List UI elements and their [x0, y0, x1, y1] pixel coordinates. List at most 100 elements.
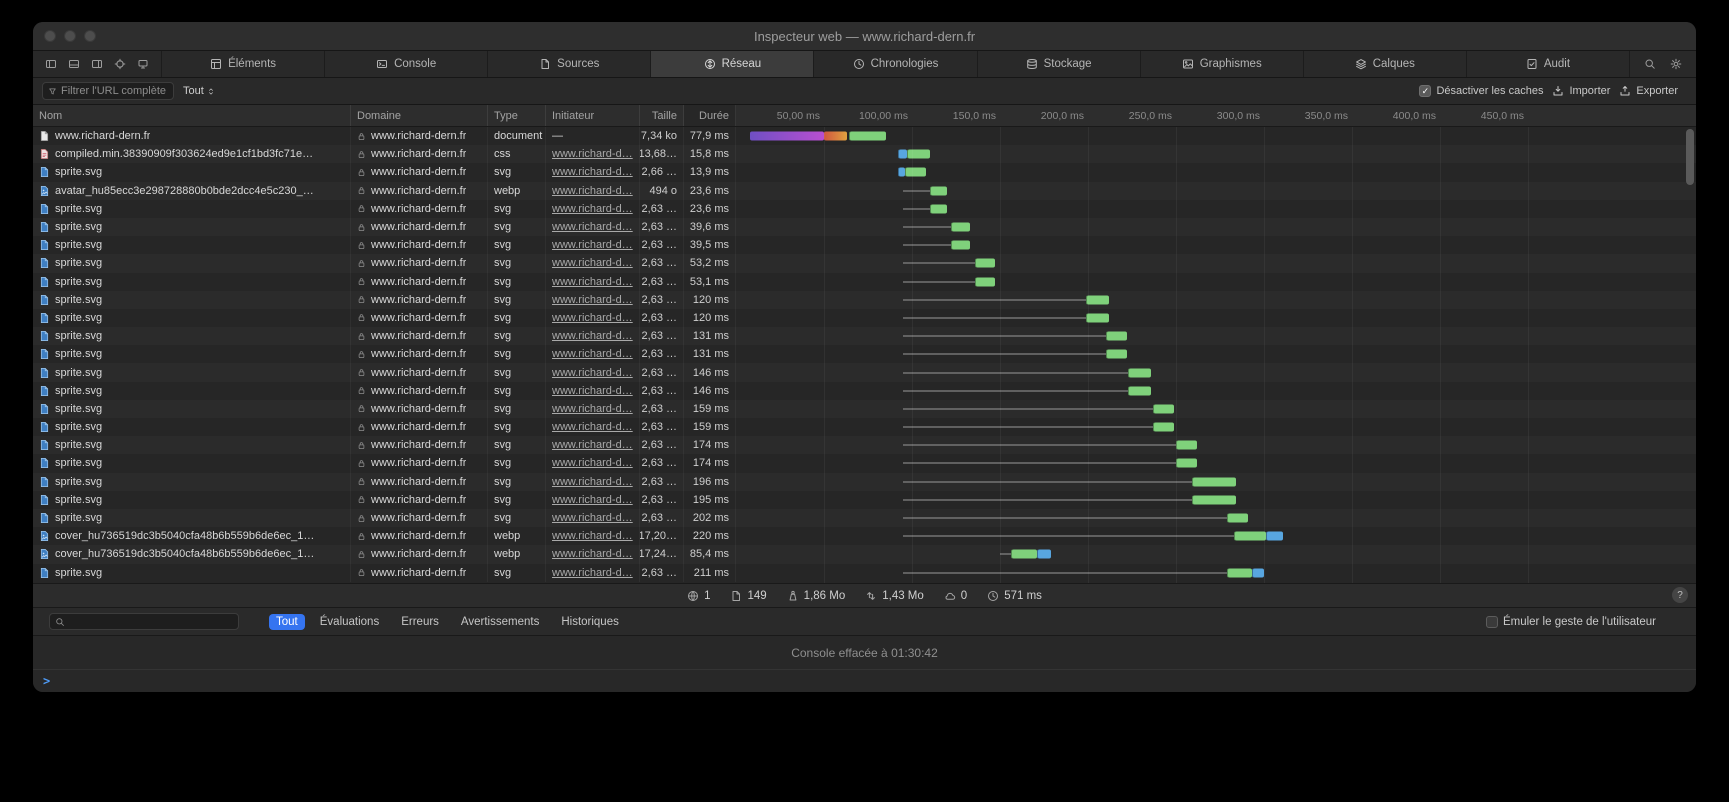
- initiator-link[interactable]: www.richard-d…: [552, 385, 633, 397]
- table-row[interactable]: sprite.svgwww.richard-dern.frsvgwww.rich…: [33, 163, 1696, 181]
- table-row[interactable]: sprite.svgwww.richard-dern.frsvgwww.rich…: [33, 327, 1696, 345]
- table-row[interactable]: www.richard-dern.frwww.richard-dern.frdo…: [33, 127, 1696, 145]
- initiator-link[interactable]: www.richard-d…: [552, 494, 633, 506]
- column-header-domain[interactable]: Domaine: [351, 105, 488, 126]
- tab-elements[interactable]: Éléments: [161, 51, 324, 77]
- settings-button[interactable]: [1670, 58, 1682, 70]
- request-domain: www.richard-dern.fr: [371, 512, 466, 524]
- table-row[interactable]: sprite.svgwww.richard-dern.frsvgwww.rich…: [33, 273, 1696, 291]
- table-row[interactable]: cover_hu736519dc3b5040cfa48b6b559b6de6ec…: [33, 545, 1696, 563]
- table-row[interactable]: sprite.svgwww.richard-dern.frsvgwww.rich…: [33, 363, 1696, 381]
- tab-graphics[interactable]: Graphismes: [1140, 51, 1303, 77]
- table-row[interactable]: sprite.svgwww.richard-dern.frsvgwww.rich…: [33, 473, 1696, 491]
- initiator-link[interactable]: www.richard-d…: [552, 403, 633, 415]
- initiator-link[interactable]: www.richard-d…: [552, 312, 633, 324]
- close-button[interactable]: [44, 30, 56, 42]
- table-row[interactable]: sprite.svgwww.richard-dern.frsvgwww.rich…: [33, 200, 1696, 218]
- table-row[interactable]: sprite.svgwww.richard-dern.frsvgwww.rich…: [33, 436, 1696, 454]
- emulate-user-gesture-checkbox[interactable]: Émuler le geste de l'utilisateur: [1486, 616, 1656, 628]
- table-row[interactable]: sprite.svgwww.richard-dern.frsvgwww.rich…: [33, 254, 1696, 272]
- initiator-link[interactable]: www.richard-d…: [552, 530, 633, 542]
- tab-audit[interactable]: Audit: [1466, 51, 1629, 77]
- table-row[interactable]: sprite.svgwww.richard-dern.frsvgwww.rich…: [33, 218, 1696, 236]
- minimize-button[interactable]: [64, 30, 76, 42]
- inspect-crosshair-button[interactable]: [114, 58, 126, 70]
- sidebar-left-button[interactable]: [45, 58, 57, 70]
- table-row[interactable]: sprite.svgwww.richard-dern.frsvgwww.rich…: [33, 291, 1696, 309]
- disable-caches-checkbox[interactable]: ✓ Désactiver les caches: [1419, 85, 1543, 97]
- initiator-link[interactable]: www.richard-d…: [552, 457, 633, 469]
- table-row[interactable]: avatar_hu85ecc3e298728880b0bde2dcc4e5c23…: [33, 182, 1696, 200]
- device-button[interactable]: [137, 58, 149, 70]
- initiator-link[interactable]: www.richard-d…: [552, 257, 633, 269]
- column-header-size[interactable]: Taille: [640, 105, 684, 126]
- initiator-link[interactable]: www.richard-d…: [552, 421, 633, 433]
- initiator-none: —: [552, 130, 563, 142]
- table-row[interactable]: sprite.svgwww.richard-dern.frsvgwww.rich…: [33, 418, 1696, 436]
- search-button[interactable]: [1644, 58, 1656, 70]
- initiator-link[interactable]: www.richard-d…: [552, 367, 633, 379]
- zoom-button[interactable]: [84, 30, 96, 42]
- request-name: sprite.svg: [55, 476, 102, 488]
- table-row[interactable]: compiled.min.38390909f303624ed9e1cf1bd3f…: [33, 145, 1696, 163]
- initiator-link[interactable]: www.richard-d…: [552, 185, 633, 197]
- export-button[interactable]: Exporter: [1619, 85, 1678, 97]
- tab-layers[interactable]: Calques: [1303, 51, 1466, 77]
- console-scope-evals[interactable]: Évaluations: [313, 614, 386, 630]
- initiator-link[interactable]: www.richard-d…: [552, 548, 633, 560]
- console-scope-warnings[interactable]: Avertissements: [454, 614, 546, 630]
- waterfall-cell: [736, 145, 1696, 163]
- sidebar-right-button[interactable]: [91, 58, 103, 70]
- initiator-link[interactable]: www.richard-d…: [552, 239, 633, 251]
- console-scope-errors[interactable]: Erreurs: [394, 614, 446, 630]
- initiator-link[interactable]: www.richard-d…: [552, 166, 633, 178]
- initiator-link[interactable]: www.richard-d…: [552, 476, 633, 488]
- initiator-link[interactable]: www.richard-d…: [552, 294, 633, 306]
- request-type-cell: svg: [488, 345, 546, 363]
- column-header-duration[interactable]: Durée: [684, 105, 736, 126]
- request-size-cell: 2,63 …: [640, 309, 684, 327]
- url-filter-input[interactable]: Filtrer l'URL complète: [42, 82, 174, 100]
- table-row[interactable]: sprite.svgwww.richard-dern.frsvgwww.rich…: [33, 400, 1696, 418]
- initiator-link[interactable]: www.richard-d…: [552, 221, 633, 233]
- column-header-type[interactable]: Type: [488, 105, 546, 126]
- request-name-cell: sprite.svg: [33, 309, 351, 327]
- initiator-link[interactable]: www.richard-d…: [552, 512, 633, 524]
- table-row[interactable]: sprite.svgwww.richard-dern.frsvgwww.rich…: [33, 491, 1696, 509]
- initiator-link[interactable]: www.richard-d…: [552, 439, 633, 451]
- tab-network[interactable]: Réseau: [650, 51, 813, 77]
- column-header-name[interactable]: Nom: [33, 105, 351, 126]
- tab-console[interactable]: Console: [324, 51, 487, 77]
- table-row[interactable]: sprite.svgwww.richard-dern.frsvgwww.rich…: [33, 509, 1696, 527]
- table-row[interactable]: cover_hu736519dc3b5040cfa48b6b559b6de6ec…: [33, 527, 1696, 545]
- initiator-link[interactable]: www.richard-d…: [552, 203, 633, 215]
- tab-sources[interactable]: Sources: [487, 51, 650, 77]
- resource-type-popup[interactable]: Tout: [183, 85, 215, 97]
- scrollbar-thumb[interactable]: [1686, 129, 1694, 185]
- table-row[interactable]: sprite.svgwww.richard-dern.frsvgwww.rich…: [33, 564, 1696, 582]
- initiator-link[interactable]: www.richard-d…: [552, 148, 633, 160]
- console-prompt[interactable]: >: [33, 670, 1696, 692]
- initiator-link[interactable]: www.richard-d…: [552, 348, 633, 360]
- table-row[interactable]: sprite.svgwww.richard-dern.frsvgwww.rich…: [33, 236, 1696, 254]
- table-row[interactable]: sprite.svgwww.richard-dern.frsvgwww.rich…: [33, 309, 1696, 327]
- initiator-link[interactable]: www.richard-d…: [552, 567, 633, 579]
- console-scope-history[interactable]: Historiques: [554, 614, 626, 630]
- help-button[interactable]: ?: [1672, 587, 1688, 603]
- table-scrollbar[interactable]: [1685, 129, 1694, 581]
- table-row[interactable]: sprite.svgwww.richard-dern.frsvgwww.rich…: [33, 382, 1696, 400]
- import-button[interactable]: Importer: [1552, 85, 1610, 97]
- request-name-cell: www.richard-dern.fr: [33, 127, 351, 145]
- initiator-link[interactable]: www.richard-d…: [552, 330, 633, 342]
- tab-storage[interactable]: Stockage: [977, 51, 1140, 77]
- column-header-initiator[interactable]: Initiateur: [546, 105, 640, 126]
- table-row[interactable]: sprite.svgwww.richard-dern.frsvgwww.rich…: [33, 345, 1696, 363]
- initiator-link[interactable]: www.richard-d…: [552, 276, 633, 288]
- console-search-input[interactable]: [49, 613, 239, 630]
- dock-bottom-button[interactable]: [68, 58, 80, 70]
- console-scope-all[interactable]: Tout: [269, 614, 305, 630]
- waterfall-line-segment: [903, 372, 1128, 373]
- tab-timelines[interactable]: Chronologies: [813, 51, 976, 77]
- request-duration-cell: 195 ms: [684, 491, 736, 509]
- table-row[interactable]: sprite.svgwww.richard-dern.frsvgwww.rich…: [33, 454, 1696, 472]
